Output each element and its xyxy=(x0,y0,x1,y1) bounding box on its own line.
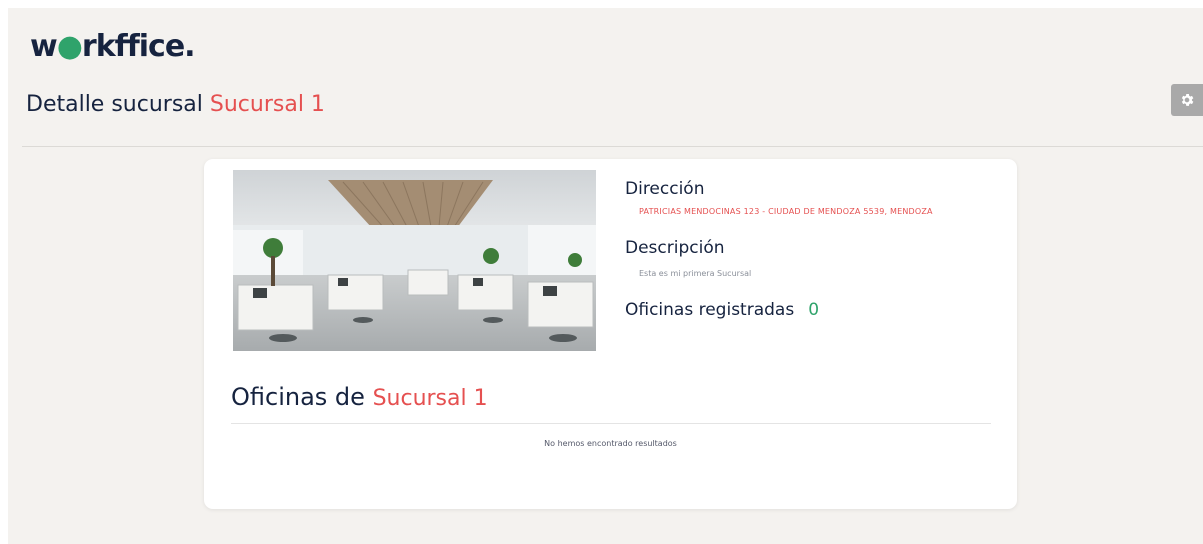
page-title-prefix: Detalle sucursal xyxy=(26,92,203,117)
logo-text-end: rkffice. xyxy=(81,29,196,64)
registered-offices: Oficinas registradas 0 xyxy=(625,298,995,322)
address-label: Dirección xyxy=(625,179,705,199)
description-value: Esta es mi primera Sucursal xyxy=(639,269,752,278)
address-value: PATRICIAS MENDOCINAS 123 - CIUDAD DE MEN… xyxy=(639,207,933,216)
page-title-branch: Sucursal 1 xyxy=(209,92,325,117)
offices-divider xyxy=(231,423,991,424)
branch-detail-card: Dirección PATRICIAS MENDOCINAS 123 - CIU… xyxy=(204,159,1017,509)
logo-text-start: w xyxy=(30,29,58,64)
description-label: Descripción xyxy=(625,238,725,258)
registered-offices-label: Oficinas registradas xyxy=(625,300,795,320)
page-title: Detalle sucursal Sucursal 1 xyxy=(26,90,325,120)
settings-button[interactable] xyxy=(1171,84,1203,116)
offices-section-title: Oficinas de Sucursal 1 xyxy=(231,382,488,414)
header-divider xyxy=(22,146,1203,147)
logo-dot: ● xyxy=(56,29,83,64)
branch-info: Dirección PATRICIAS MENDOCINAS 123 - CIU… xyxy=(625,177,995,322)
offices-title-branch: Sucursal 1 xyxy=(372,386,488,411)
offices-title-prefix: Oficinas de xyxy=(231,383,365,411)
branch-photo xyxy=(233,170,596,351)
page: w●rkffice. Detalle sucursal Sucursal 1 D… xyxy=(8,8,1203,544)
gear-icon xyxy=(1181,94,1194,106)
office-photo-illustration xyxy=(233,170,596,351)
empty-results-message: No hemos encontrado resultados xyxy=(544,439,677,448)
workffice-logo[interactable]: w●rkffice. xyxy=(30,29,196,64)
registered-offices-count: 0 xyxy=(808,300,820,320)
